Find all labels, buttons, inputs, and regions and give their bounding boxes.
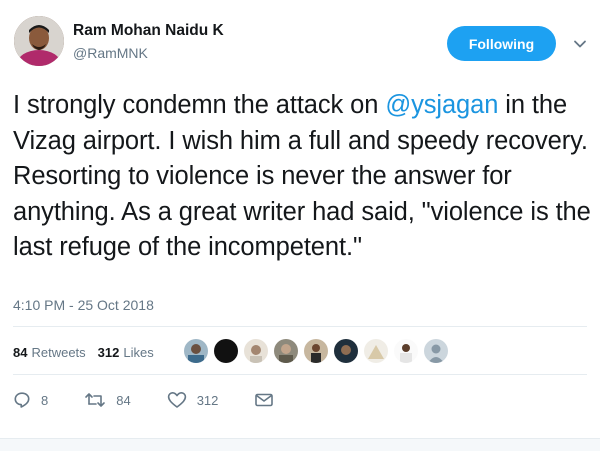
tweet-actions: 8 84 312	[13, 385, 310, 415]
reply-action[interactable]: 8	[13, 391, 48, 409]
retweets-count: 84	[13, 344, 28, 360]
divider	[13, 374, 587, 375]
reply-count: 8	[41, 392, 49, 408]
like-count: 312	[196, 392, 219, 408]
mention-link[interactable]: @ysjagan	[385, 91, 498, 119]
direct-message-action[interactable]	[254, 392, 274, 408]
retweets-label: Retweets	[31, 344, 86, 360]
following-button[interactable]: Following	[447, 26, 556, 61]
liker-avatar[interactable]	[364, 339, 388, 363]
tweet-text: I strongly condemn the attack on @ysjaga…	[13, 88, 591, 266]
liker-avatar[interactable]	[334, 339, 358, 363]
liker-avatars	[184, 339, 454, 363]
likes-stat[interactable]: 312 Likes	[98, 345, 154, 360]
tweet-text-part: I strongly condemn the attack on	[13, 91, 386, 119]
liker-avatar[interactable]	[394, 339, 418, 363]
liker-avatar[interactable]	[424, 339, 448, 363]
liker-avatar[interactable]	[184, 339, 208, 363]
author-handle[interactable]: @RamMNK	[73, 45, 148, 61]
heart-icon	[167, 392, 186, 408]
likes-label: Likes	[123, 344, 154, 360]
tweet-footer-border	[0, 438, 600, 451]
retweet-icon	[85, 393, 106, 407]
liker-avatar[interactable]	[214, 339, 238, 363]
like-action[interactable]: 312	[167, 391, 219, 409]
likes-count: 312	[97, 344, 120, 360]
retweet-action[interactable]: 84	[84, 391, 131, 409]
author-name[interactable]: Ram Mohan Naidu K	[73, 22, 224, 40]
chevron-down-icon[interactable]	[572, 36, 588, 52]
avatar[interactable]	[14, 16, 64, 66]
envelope-icon	[255, 393, 274, 407]
retweets-stat[interactable]: 84 Retweets	[13, 345, 86, 360]
liker-avatar[interactable]	[304, 339, 328, 363]
retweet-count: 84	[116, 392, 131, 408]
reply-icon	[14, 392, 30, 408]
tweet-header: Ram Mohan Naidu K @RamMNK Following	[0, 0, 600, 80]
tweet-stats: 84 Retweets 312 Likes	[13, 336, 166, 368]
tweet-timestamp[interactable]: 4:10 PM - 25 Oct 2018	[13, 297, 154, 313]
liker-avatar[interactable]	[274, 339, 298, 363]
divider	[13, 326, 587, 327]
liker-avatar[interactable]	[244, 339, 268, 363]
